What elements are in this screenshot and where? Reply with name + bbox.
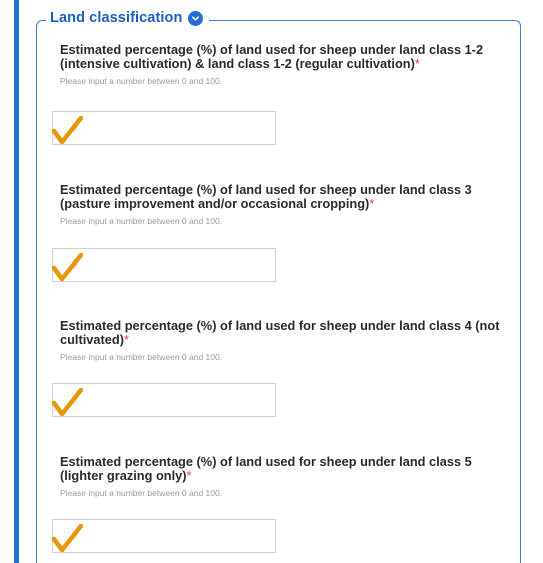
land-class-3-percent-input[interactable] [52,248,276,282]
land-class-5-percent-input[interactable] [52,519,276,553]
question-land-class-5: Estimated percentage (%) of land used fo… [60,454,515,499]
question-land-class-3: Estimated percentage (%) of land used fo… [60,182,515,227]
land-class-1-2-percent-input[interactable] [52,111,276,145]
question-hint: Please input a number between 0 and 100. [60,352,223,362]
left-accent-rail [14,0,19,563]
legend-title: Land classification [50,10,183,26]
fieldset-legend: Land classification [46,10,210,26]
question-hint: Please input a number between 0 and 100. [60,216,223,226]
land-class-4-percent-input[interactable] [52,383,276,417]
question-land-class-4: Estimated percentage (%) of land used fo… [60,318,515,363]
question-label: Estimated percentage (%) of land used fo… [60,454,472,483]
form-page: Land classification Estimated percentage… [0,0,543,563]
required-marker: * [186,468,192,483]
question-land-class-1-2: Estimated percentage (%) of land used fo… [60,42,515,87]
required-marker: * [414,56,420,71]
required-marker: * [369,196,375,211]
required-marker: * [124,332,129,347]
question-hint: Please input a number between 0 and 100. [60,488,223,498]
question-label: Estimated percentage (%) of land used fo… [60,42,484,71]
question-hint: Please input a number between 0 and 100. [60,76,223,86]
question-label: Estimated percentage (%) of land used fo… [60,182,472,211]
chevron-down-circle-icon[interactable] [188,10,204,26]
question-label: Estimated percentage (%) of land used fo… [60,318,500,347]
